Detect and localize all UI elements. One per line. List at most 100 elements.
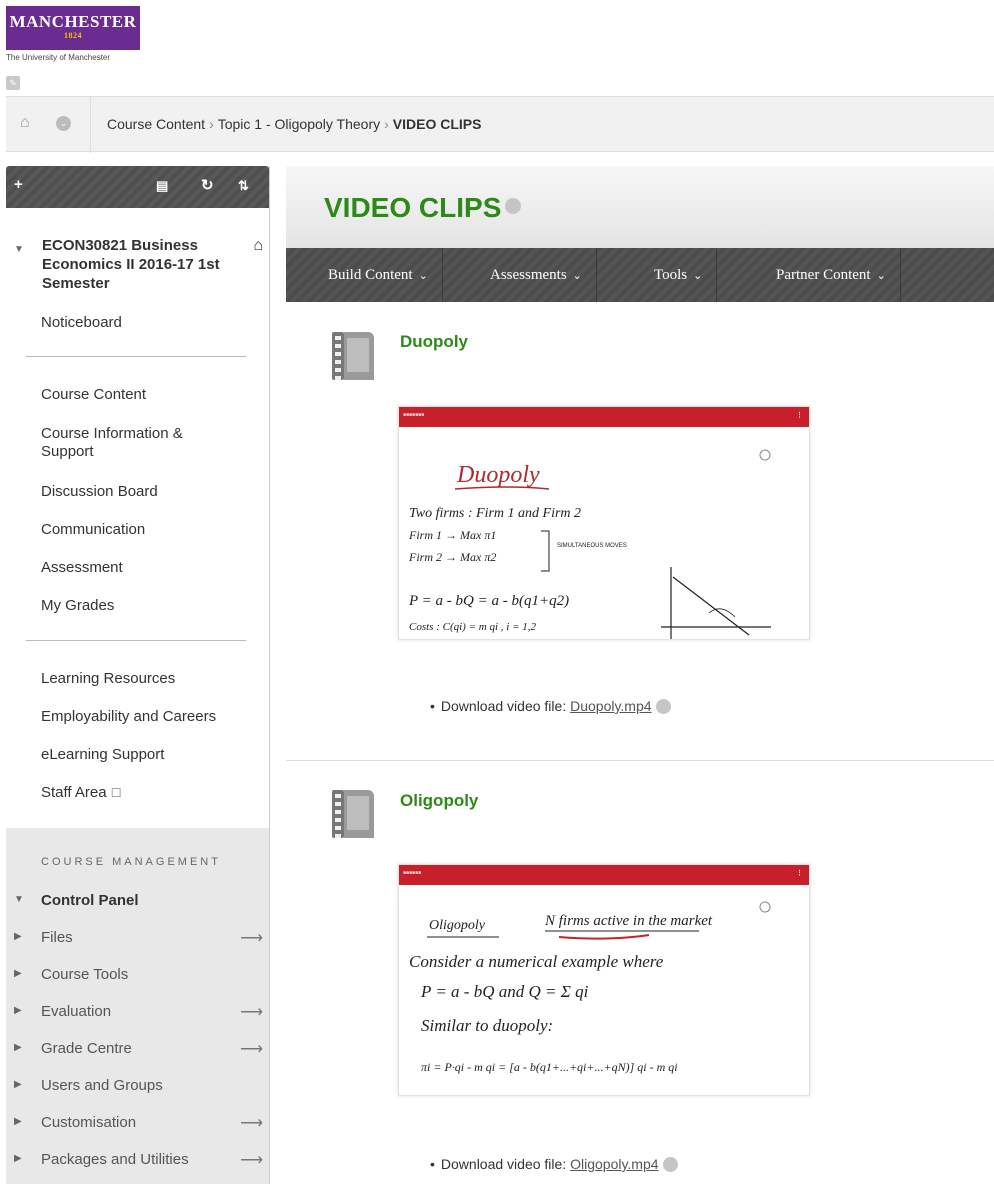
control-item-label: Evaluation (41, 1003, 112, 1020)
breadcrumb-course-content[interactable]: Course Content (107, 116, 205, 132)
chevron-down-icon: ⌄ (418, 269, 428, 282)
course-title[interactable]: ▼ ECON30821 Business Economics II 2016-1… (6, 208, 269, 293)
breadcrumb-bar: ⌂ ⌄ Course Content › Topic 1 - Oligopoly T… (6, 96, 994, 153)
control-panel-header[interactable]: ▼ Control Panel (6, 890, 269, 914)
partner-content-menu[interactable]: Partner Content ⌄ (762, 248, 901, 302)
note-line: P = a - bQ and Q = Σ qi (420, 982, 589, 1001)
sidebar-item-discussion-board[interactable]: Discussion Board (6, 483, 269, 501)
sidebar-item-assessment[interactable]: Assessment (6, 559, 269, 577)
arrow-right-icon[interactable]: ⟶ (240, 1113, 263, 1133)
breadcrumb: Course Content › Topic 1 - Oligopoly Theor… (107, 116, 481, 132)
download-link-duopoly[interactable]: Duopoly.mp4 (570, 698, 651, 714)
arrow-right-icon[interactable]: ⟶ (240, 1150, 263, 1170)
download-label: Download video file: (440, 698, 567, 714)
home-icon[interactable]: ⌂ (20, 114, 30, 132)
expand-triangle-icon[interactable]: ▶ (14, 968, 22, 979)
divider (90, 97, 91, 153)
download-row-duopoly: • Download video file: Duopoly.mp4 (430, 698, 671, 714)
sidebar-item-elearning-support[interactable]: eLearning Support (6, 746, 269, 764)
video-frame-duopoly: Duopoly Two firms : Firm 1 and Firm 2 Fi… (408, 449, 771, 639)
control-item-label: Users and Groups (41, 1077, 163, 1094)
expand-triangle-icon[interactable]: ▶ (14, 1153, 22, 1164)
sidebar-item-course-content[interactable]: Course Content (6, 386, 269, 404)
expand-triangle-icon[interactable]: ▶ (14, 1042, 22, 1053)
chevron-down-icon[interactable] (505, 198, 522, 214)
build-content-menu[interactable]: Build Content ⌄ (314, 248, 443, 302)
note-line: πi = P·qi - m qi = [a - b(q1+...+qi+...+… (421, 1060, 678, 1074)
bullet: • (430, 1156, 435, 1172)
partner-content-label: Partner Content (776, 267, 871, 283)
control-panel-item-course-tools[interactable]: ▶ Course Tools (6, 964, 269, 988)
bullet: • (430, 698, 435, 714)
page-title: VIDEO CLIPS (324, 192, 522, 224)
item-title-duopoly[interactable]: Duopoly (400, 332, 468, 352)
staff-area-label: Staff Area (41, 784, 107, 801)
sidebar-item-employability[interactable]: Employability and Careers (6, 708, 269, 726)
note-line: Firm 1 → Max π1 (408, 528, 496, 542)
expand-triangle-icon[interactable]: ▶ (14, 1079, 22, 1090)
breadcrumb-topic[interactable]: Topic 1 - Oligopoly Theory (218, 116, 380, 132)
video-bar-caption: ■■■■■■ (403, 870, 422, 876)
collapse-triangle-icon[interactable]: ▼ (14, 894, 24, 905)
tools-label: Tools (654, 267, 688, 283)
control-panel-item-evaluation[interactable]: ▶ Evaluation ⟶ (6, 1001, 269, 1025)
course-menu-toolbar: + ▤ ↻ ⇅ (6, 166, 269, 208)
arrow-right-icon[interactable]: ⟶ (240, 928, 263, 948)
control-panel-item-files[interactable]: ▶ Files ⟶ (6, 927, 269, 951)
page-title-text: VIDEO CLIPS (324, 192, 502, 223)
video-player-duopoly[interactable]: ■■■■■■■ ⋮ Duopoly Two firms : Firm 1 and… (398, 406, 810, 640)
sort-icon[interactable]: ⇅ (238, 178, 249, 194)
control-panel-item-grade-centre[interactable]: ▶ Grade Centre ⟶ (6, 1038, 269, 1062)
note-line: Two firms : Firm 1 and Firm 2 (409, 506, 581, 521)
download-link-oligopoly[interactable]: Oligopoly.mp4 (570, 1156, 658, 1172)
control-panel-item-packages[interactable]: ▶ Packages and Utilities ⟶ (6, 1149, 269, 1173)
video-item-icon (332, 788, 376, 840)
sidebar-item-course-information[interactable]: Course Information & Support (6, 425, 216, 461)
expand-triangle-icon[interactable]: ▶ (14, 1005, 22, 1016)
sidebar-item-learning-resources[interactable]: Learning Resources (6, 670, 269, 688)
chevron-down-icon: ⌄ (876, 269, 886, 282)
university-logo[interactable]: MANCHESTER 1824 The University of Manche… (6, 6, 168, 68)
control-panel-item-customisation[interactable]: ▶ Customisation ⟶ (6, 1112, 269, 1136)
video-options-icon[interactable]: ⋮ (796, 869, 803, 877)
video-item-icon (332, 330, 376, 382)
sidebar-item-noticeboard[interactable]: Noticeboard (6, 314, 269, 332)
hidden-item-icon: ☐ (110, 786, 122, 800)
divider (26, 356, 246, 357)
control-panel-item-users-and-groups[interactable]: ▶ Users and Groups (6, 1075, 269, 1099)
video-title-bar: ■■■■■■ ⋮ (399, 865, 809, 885)
video-options-icon[interactable]: ⋮ (796, 411, 803, 419)
refresh-icon[interactable]: ↻ (201, 176, 214, 194)
page-header: VIDEO CLIPS (286, 166, 994, 248)
note-line: N firms active in the market (544, 913, 713, 929)
chevron-down-icon[interactable] (655, 699, 671, 714)
arrow-right-icon[interactable]: ⟶ (240, 1002, 263, 1022)
breadcrumb-separator: › (384, 116, 389, 132)
add-menu-item-icon[interactable]: + (14, 176, 23, 193)
arrow-right-icon[interactable]: ⟶ (240, 1039, 263, 1059)
sidebar-item-my-grades[interactable]: My Grades (6, 597, 269, 615)
note-line: Consider a numerical example where (409, 952, 664, 971)
chevron-down-icon[interactable] (662, 1157, 678, 1172)
expand-triangle-icon[interactable]: ▶ (14, 931, 22, 942)
chevron-down-icon[interactable]: ⌄ (56, 116, 71, 131)
sidebar-item-communication[interactable]: Communication (6, 521, 269, 539)
control-item-label: Files (41, 929, 73, 946)
collapse-triangle-icon[interactable]: ▼ (14, 240, 24, 259)
assessments-menu[interactable]: Assessments ⌄ (476, 248, 597, 302)
sidebar-item-staff-area[interactable]: Staff Area ☐ (6, 784, 269, 802)
item-divider (286, 760, 994, 761)
control-item-label: Customisation (41, 1114, 137, 1131)
expand-triangle-icon[interactable]: ▶ (14, 1116, 22, 1127)
course-home-icon[interactable]: ⌂ (253, 236, 263, 255)
pin-icon[interactable]: ✎ (6, 76, 20, 90)
video-player-oligopoly[interactable]: ■■■■■■ ⋮ Oligopoly N firms active in the… (398, 864, 810, 1096)
build-content-label: Build Content (328, 267, 413, 283)
video-bar-caption: ■■■■■■■ (403, 412, 425, 418)
video-frame-oligopoly: Oligopoly N firms active in the market C… (409, 901, 771, 1074)
logo-year: 1824 (64, 31, 82, 40)
tools-menu[interactable]: Tools ⌄ (640, 248, 718, 302)
note-line: Oligopoly (429, 918, 486, 933)
folder-view-icon[interactable]: ▤ (156, 178, 168, 194)
item-title-oligopoly[interactable]: Oligopoly (400, 791, 478, 811)
